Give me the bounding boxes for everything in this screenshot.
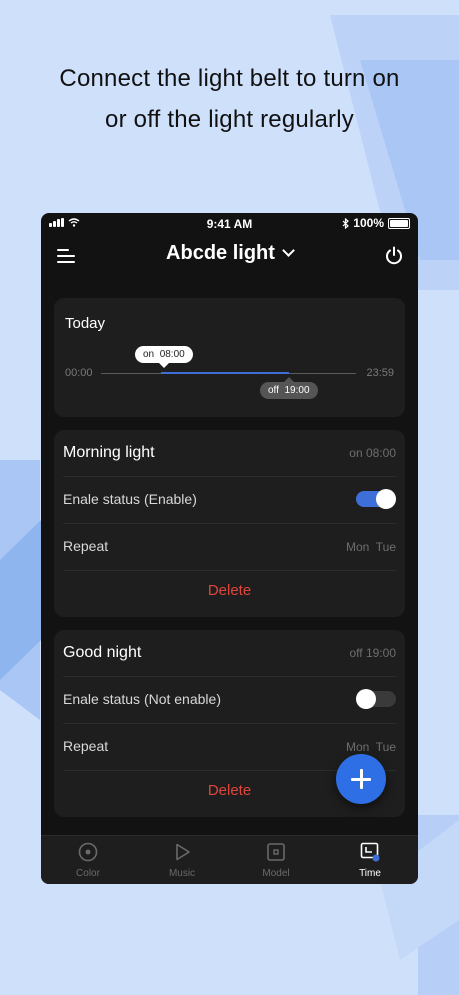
tab-label: Music: [168, 868, 196, 879]
color-icon: [78, 842, 98, 862]
time-icon: [360, 842, 380, 862]
repeat-days: Mon Tue: [345, 740, 396, 754]
model-icon: [267, 843, 285, 861]
delete-button[interactable]: Delete: [54, 582, 405, 599]
timeline-active-range: [161, 372, 289, 374]
tab-label: Color: [76, 868, 100, 879]
today-title: Today: [65, 315, 106, 332]
tab-bar: Color Music Model Time: [41, 835, 418, 884]
tab-time[interactable]: Time: [323, 836, 417, 884]
off-marker-time: 19:00: [284, 385, 310, 396]
repeat-row[interactable]: Repeat Mon Tue: [63, 524, 396, 571]
enable-status-label: Enale status (Enable): [63, 491, 197, 507]
enable-status-row: Enale status (Not enable): [63, 677, 396, 724]
enable-toggle[interactable]: [356, 489, 396, 509]
chevron-down-icon: [282, 244, 295, 257]
timer-name: Good night: [63, 644, 142, 661]
enable-toggle[interactable]: [356, 689, 396, 709]
enable-status-row: Enale status (Enable): [63, 477, 396, 524]
tab-model[interactable]: Model: [229, 836, 323, 884]
headline: Connect the light belt to turn on or off…: [0, 58, 459, 140]
repeat-label: Repeat: [63, 538, 109, 554]
enable-status-label: Enale status (Not enable): [63, 691, 221, 707]
timer-card-morning[interactable]: Morning light on 08:00 Enale status (Ena…: [54, 430, 405, 617]
timer-name: Morning light: [63, 444, 155, 461]
timer-summary: off 19:00: [349, 646, 397, 660]
bluetooth-icon: [342, 217, 350, 229]
phone-screen: 9:41 AM 100% Abcde light Today 00:00 23:…: [41, 213, 418, 884]
add-timer-button[interactable]: [336, 754, 386, 804]
repeat-days: Mon Tue: [345, 540, 396, 554]
battery-percent: 100%: [353, 216, 384, 230]
timer-summary: on 08:00: [349, 446, 396, 460]
off-time-marker: off 19:00: [260, 377, 318, 399]
repeat-label: Repeat: [63, 738, 109, 754]
header: Abcde light: [41, 237, 418, 277]
toggle-knob: [356, 689, 376, 709]
on-marker-label: on: [143, 349, 155, 360]
timeline-end: 23:59: [366, 367, 394, 379]
tab-label: Time: [359, 868, 381, 879]
timer-header[interactable]: Good night off 19:00: [63, 630, 396, 677]
battery-icon: [388, 217, 410, 229]
power-icon[interactable]: [384, 246, 404, 266]
device-title: Abcde light: [166, 242, 275, 264]
on-time-marker: on 08:00: [135, 346, 193, 368]
device-selector[interactable]: Abcde light: [41, 242, 418, 265]
today-timeline-card: Today 00:00 23:59 on 08:00 off 19:00: [54, 298, 405, 417]
headline-line-2: or off the light regularly: [105, 106, 354, 133]
timeline-start: 00:00: [65, 367, 93, 379]
tab-color[interactable]: Color: [41, 836, 135, 884]
off-marker-label: off: [268, 385, 279, 396]
music-icon: [176, 843, 190, 861]
status-bar: 9:41 AM 100%: [41, 213, 418, 235]
tab-music[interactable]: Music: [135, 836, 229, 884]
tab-label: Model: [262, 868, 290, 879]
on-marker-time: 08:00: [159, 349, 185, 360]
timer-header[interactable]: Morning light on 08:00: [63, 430, 396, 477]
headline-line-1: Connect the light belt to turn on: [59, 65, 400, 92]
toggle-knob: [376, 489, 396, 509]
